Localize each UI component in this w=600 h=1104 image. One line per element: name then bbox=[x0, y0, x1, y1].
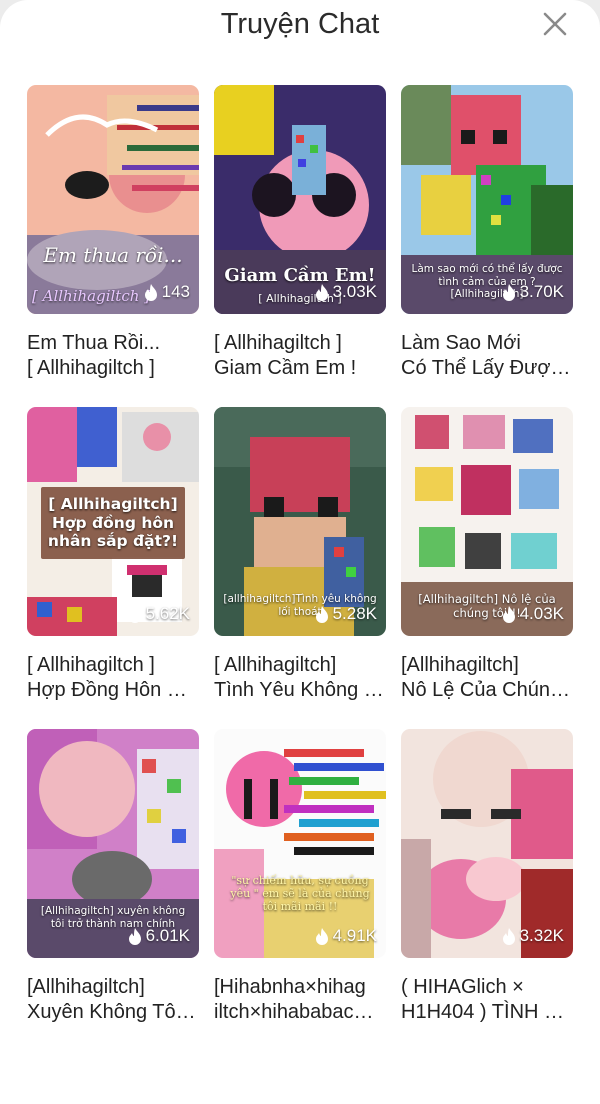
flame-icon bbox=[502, 927, 515, 945]
story-thumbnail[interactable]: Giam Cầm Em! [ Allhihagiltch ] 3.03K bbox=[214, 85, 386, 314]
story-card[interactable]: Em thua rồi... [ Allhihagiltch ] 143 Em … bbox=[27, 85, 199, 381]
cover-art bbox=[401, 729, 573, 958]
story-thumbnail[interactable]: [ Allhihagiltch] Hợp đồng hôn nhân sắp đ… bbox=[27, 407, 199, 636]
story-picker-sheet: Truyện Chat Em thua rồi... [Allhihagilt… bbox=[0, 0, 600, 1104]
flame-icon bbox=[315, 283, 328, 301]
view-count: 3.32K bbox=[502, 926, 564, 946]
story-title: ( HIHAGlich × H1H404 ) TÌNH … bbox=[401, 976, 565, 1023]
cover-caption: Em thua rồi... bbox=[43, 243, 183, 267]
flame-icon bbox=[315, 605, 328, 623]
story-card[interactable]: [Allhihagiltch] Nô lệ của chúng tôi!!! 4… bbox=[401, 407, 573, 703]
view-count: 5.62K bbox=[128, 604, 190, 624]
cover-caption: "sự chiếm hữu, sự cuồng yêu " em sẽ là c… bbox=[230, 874, 370, 914]
view-count: 3.03K bbox=[315, 282, 377, 302]
story-thumbnail[interactable]: "sự chiếm hữu, sự cuồng yêu " em sẽ là c… bbox=[214, 729, 386, 958]
cover-art bbox=[27, 85, 199, 314]
view-count: 3.70K bbox=[502, 282, 564, 302]
flame-icon bbox=[502, 283, 515, 301]
story-card[interactable]: Làm sao mới có thể lấy được tình cảm của… bbox=[401, 85, 573, 381]
story-thumbnail[interactable]: 3.32K bbox=[401, 729, 573, 958]
story-thumbnail[interactable]: [allhihagiltch]Tình yêu không lối thoát … bbox=[214, 407, 386, 636]
view-count: 6.01K bbox=[128, 926, 190, 946]
story-card[interactable]: Giam Cầm Em! [ Allhihagiltch ] 3.03K [ A… bbox=[214, 85, 386, 381]
close-button[interactable] bbox=[540, 9, 570, 39]
flame-icon bbox=[144, 283, 157, 301]
story-card[interactable]: [allhihagiltch]Tình yêu không lối thoát … bbox=[214, 407, 386, 703]
story-title: [ Allhihagiltch] Tình Yêu Không … bbox=[214, 654, 384, 701]
story-title: [Hihabnha×hihag iltch×hihababac… bbox=[214, 976, 374, 1023]
view-count: 4.91K bbox=[315, 926, 377, 946]
cover-caption: [ Allhihagiltch] Hợp đồng hôn nhân sắp đ… bbox=[41, 487, 185, 559]
close-icon bbox=[543, 12, 567, 36]
flame-icon bbox=[315, 927, 328, 945]
story-title: [ Allhihagiltch ] Giam Cầm Em ! bbox=[214, 332, 357, 379]
view-count: 4.03K bbox=[502, 604, 564, 624]
story-title: Em Thua Rồi... [ Allhihagiltch ] bbox=[27, 332, 161, 379]
story-thumbnail[interactable]: Em thua rồi... [ Allhihagiltch ] 143 bbox=[27, 85, 199, 314]
flame-icon bbox=[128, 605, 141, 623]
story-card[interactable]: [ Allhihagiltch] Hợp đồng hôn nhân sắp đ… bbox=[27, 407, 199, 703]
story-card[interactable]: "sự chiếm hữu, sự cuồng yêu " em sẽ là c… bbox=[214, 729, 386, 1025]
view-count: 143 bbox=[144, 282, 190, 302]
story-title: [ Allhihagiltch ] Hợp Đồng Hôn … bbox=[27, 654, 187, 701]
story-thumbnail[interactable]: [Allhihagiltch] xuyên không tôi trở thàn… bbox=[27, 729, 199, 958]
story-title: [Allhihagiltch] Xuyên Không Tô… bbox=[27, 976, 196, 1023]
header: Truyện Chat bbox=[0, 0, 600, 70]
story-title: Làm Sao Mới Có Thể Lấy Được… bbox=[401, 332, 573, 379]
view-count: 5.28K bbox=[315, 604, 377, 624]
story-title: [Allhihagiltch] Nô Lệ Của Chún… bbox=[401, 654, 570, 701]
story-card[interactable]: 3.32K ( HIHAGlich × H1H404 ) TÌNH … bbox=[401, 729, 573, 1025]
story-grid: Em thua rồi... [ Allhihagiltch ] 143 Em … bbox=[27, 85, 573, 1025]
cover-art bbox=[214, 729, 386, 958]
flame-icon bbox=[128, 927, 141, 945]
story-thumbnail[interactable]: Làm sao mới có thể lấy được tình cảm của… bbox=[401, 85, 573, 314]
story-card[interactable]: [Allhihagiltch] xuyên không tôi trở thàn… bbox=[27, 729, 199, 1025]
page-title: Truyện Chat bbox=[220, 8, 380, 40]
story-thumbnail[interactable]: [Allhihagiltch] Nô lệ của chúng tôi!!! 4… bbox=[401, 407, 573, 636]
flame-icon bbox=[502, 605, 515, 623]
